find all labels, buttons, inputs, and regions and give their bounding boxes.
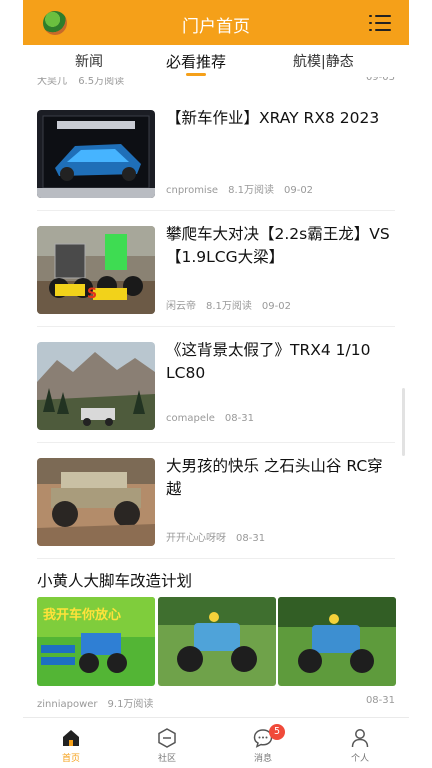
crawler-duel-thumbnail[interactable]: S [37,226,155,314]
active-tab-indicator [186,73,206,76]
article-title[interactable]: 小黄人大脚车改造计划 [37,569,192,591]
top-header: 门户首页 [23,0,409,45]
tabbar-profile[interactable]: 个人 [330,718,390,768]
home-icon [63,730,79,746]
list-item[interactable]: 大男孩的快乐 之石头山谷 RC穿越 开开心心呀呀 08-31 [37,443,395,559]
author-name: comapele [166,413,215,424]
person-icon [351,729,369,748]
view-count: 08-31 [224,413,254,424]
article-title[interactable]: 【新车作业】XRAY RX8 2023 [166,107,395,130]
screen: 门户首页 新闻 必看推荐 航模|静态 大吴几 6.5万阅读 09-03 【新车作… [0,0,432,768]
bottom-tab-bar: 首页 社区 5 消息 个人 [23,717,409,768]
article-meta: cnpromise 8.1万阅读 09-02 [166,181,323,196]
tabbar-messages[interactable]: 5 消息 [233,718,293,768]
author-name: 闲云帝 [166,301,196,312]
article-meta: zinniapower 9.1万阅读 08-31 [37,695,395,710]
view-count: 8.1万阅读 [228,185,274,196]
app-window: 门户首页 新闻 必看推荐 航模|静态 大吴几 6.5万阅读 09-03 【新车作… [23,0,409,768]
blue-bigfoot-lawn-image[interactable] [278,597,396,686]
author-name: 开开心心呀呀 [166,533,226,544]
tabbar-label: 消息 [253,754,272,764]
article-feed[interactable]: 大吴几 6.5万阅读 09-03 【新车作业】XRAY RX8 2023 cnp… [23,77,409,717]
article-title[interactable]: 《这背景太假了》TRX4 1/10 LC80 [166,339,395,385]
svg-text:S: S [87,286,97,302]
article-meta: 开开心心呀呀 08-31 [166,529,275,544]
page-title: 门户首页 [182,17,250,37]
post-date: 09-02 [261,301,291,312]
author-name: cnpromise [166,185,219,196]
menu-list-icon[interactable] [369,12,393,34]
unread-badge: 5 [269,724,285,740]
list-item[interactable]: 【新车作业】XRAY RX8 2023 cnpromise 8.1万阅读 09-02 [37,95,395,211]
article-meta: 闲云帝 8.1万阅读 09-02 [166,297,301,312]
tabbar-label: 个人 [350,754,369,764]
article-meta: comapele 08-31 [166,413,264,424]
view-count: 9.1万阅读 [107,699,154,710]
tab-recommended[interactable]: 必看推荐 [166,51,226,72]
view-count: 6.5万阅读 [78,77,125,87]
tab-news[interactable]: 新闻 [75,51,103,71]
tabbar-label: 社区 [157,754,176,764]
list-item[interactable]: 《这背景太假了》TRX4 1/10 LC80 comapele 08-31 [37,327,395,443]
post-date: 09-02 [283,185,314,196]
category-tabs: 新闻 必看推荐 航模|静态 [23,45,409,77]
scrollbar[interactable] [402,388,405,456]
tabbar-home[interactable]: 首页 [41,718,101,768]
minion-bigfoot-poster-image[interactable]: 我开车你放心 [37,597,155,686]
rock-truck-thumbnail[interactable] [37,458,155,546]
previous-item-meta: 大吴几 6.5万阅读 09-03 [37,77,395,87]
tabbar-community[interactable]: 社区 [137,718,197,768]
community-icon [158,728,176,748]
tabbar-label: 首页 [61,754,80,764]
image-gallery[interactable]: 我开车你放心 [37,597,396,686]
tab-aircraft-static[interactable]: 航模|静态 [293,51,354,71]
xray-box-thumbnail[interactable] [37,110,155,198]
author-name: zinniapower [37,699,98,710]
post-date: 08-31 [365,695,395,706]
list-item[interactable]: S 攀爬车大对决【2.2s霸王龙】VS【1.9LCG大梁】 闲云帝 8.1万阅读 0… [37,211,395,327]
view-count: 08-31 [236,533,266,544]
view-count: 8.1万阅读 [206,301,252,312]
author-name: 大吴几 [37,77,67,87]
mountain-landscape-thumbnail[interactable] [37,342,155,430]
post-date: 09-03 [365,77,395,83]
blue-bigfoot-grass-image[interactable] [158,597,276,686]
article-title[interactable]: 攀爬车大对决【2.2s霸王龙】VS【1.9LCG大梁】 [166,223,395,269]
article-title[interactable]: 大男孩的快乐 之石头山谷 RC穿越 [166,455,395,501]
svg-text:我开车你放心: 我开车你放心 [43,607,121,623]
